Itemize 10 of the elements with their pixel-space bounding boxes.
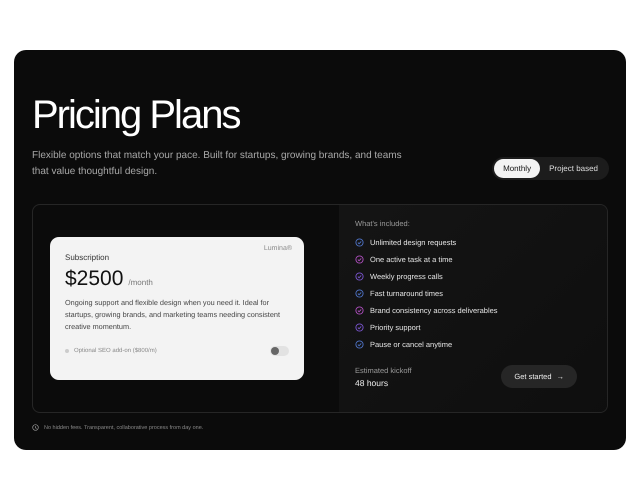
addon-switch[interactable] [270, 346, 289, 356]
kickoff-value: 48 hours [355, 378, 390, 388]
page-title: Pricing Plans [32, 92, 241, 139]
subtitle: Flexible options that match your pace. Built for startups, growing brands, and teams that value thoughtful design. [32, 149, 402, 179]
plan-name: Subscription [65, 253, 110, 262]
info-icon [32, 424, 39, 431]
billing-tab[interactable]: Project based [540, 159, 607, 178]
price-period: /month [128, 278, 153, 287]
price: $2500 [65, 267, 124, 291]
billing-tab[interactable]: Monthly [494, 159, 540, 178]
